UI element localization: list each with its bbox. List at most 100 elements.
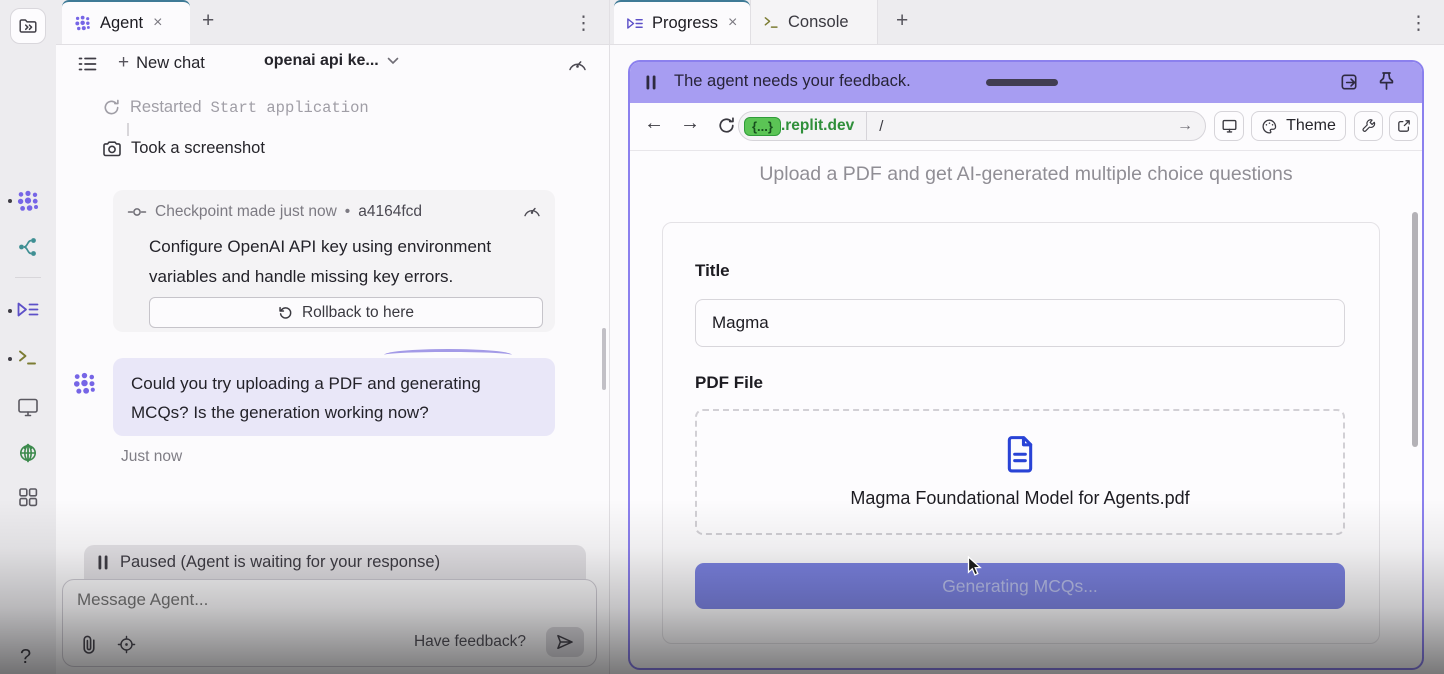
tab-agent[interactable]: Agent ×	[62, 0, 190, 44]
progress-icon	[16, 300, 40, 319]
sidebar-item-all-tools[interactable]	[17, 486, 39, 508]
restarted-label: Restarted	[130, 98, 202, 117]
branch-dots-icon	[17, 236, 40, 258]
folder-chevrons-icon	[17, 15, 39, 37]
active-dot-console	[8, 357, 12, 361]
composer: Have feedback?	[62, 579, 597, 667]
sidebar-item-agent[interactable]	[16, 190, 41, 213]
checkpoint-hash: a4164fcd	[358, 203, 422, 221]
tab-progress[interactable]: Progress ×	[614, 0, 750, 44]
wrench-icon	[1361, 118, 1377, 134]
console-icon	[17, 348, 39, 367]
user-message-bubble: Could you try uploading a PDF and genera…	[113, 358, 555, 436]
feedback-banner: The agent needs your feedback.	[630, 62, 1422, 103]
pause-icon	[98, 555, 108, 570]
rollback-label: Rollback to here	[302, 304, 414, 322]
sidebar-item-output[interactable]	[16, 396, 40, 418]
popout-icon[interactable]	[1339, 72, 1360, 93]
progress-tab-icon	[626, 16, 644, 31]
title-label: Title	[695, 261, 730, 281]
grid-icon	[17, 486, 39, 508]
message-timestamp: Just now	[121, 448, 182, 466]
url-badge: {...}	[744, 117, 781, 136]
sidebar-item-progress[interactable]	[16, 300, 40, 319]
attach-icon[interactable]	[81, 635, 97, 654]
pdf-dropzone[interactable]: Magma Foundational Model for Agents.pdf	[695, 409, 1345, 535]
chevron-down-icon	[387, 57, 399, 65]
sidebar-item-publish[interactable]	[16, 440, 40, 464]
plus-icon: +	[118, 52, 129, 74]
new-tab-button[interactable]: +	[896, 9, 908, 33]
help-icon[interactable]: ?	[20, 646, 31, 669]
checkpoint-description: Configure OpenAI API key using environme…	[149, 232, 549, 292]
pin-icon[interactable]	[1377, 71, 1396, 93]
camera-icon	[102, 140, 122, 158]
monitor-icon	[16, 396, 40, 418]
file-tree-toggle-button[interactable]	[10, 8, 46, 44]
session-label: openai api ke...	[264, 52, 379, 70]
url-host: .replit.dev	[781, 117, 854, 135]
reload-icon[interactable]	[717, 116, 736, 135]
user-avatar	[72, 372, 98, 396]
rollback-icon	[278, 305, 293, 320]
timeline-restarted-row: Restarted Start application	[102, 98, 369, 117]
agent-tab-label: Agent	[100, 14, 143, 33]
paused-banner: Paused (Agent is waiting for your respon…	[84, 545, 586, 579]
checkpoint-card: Checkpoint made just now • a4164fcd Conf…	[113, 190, 555, 332]
forward-icon[interactable]: →	[680, 112, 700, 135]
generate-mcqs-button[interactable]: Generating MCQs...	[695, 563, 1345, 609]
sidebar-item-workflows[interactable]	[17, 236, 40, 258]
active-dot-agent	[8, 199, 12, 203]
restarted-command: Start application	[211, 99, 369, 117]
url-bar[interactable]: {...} .replit.dev / →	[738, 111, 1206, 141]
wrench-button[interactable]	[1354, 111, 1383, 141]
chat-history-icon[interactable]	[78, 56, 97, 72]
agent-panel-menu-icon[interactable]: ⋮	[574, 12, 593, 35]
send-button[interactable]	[546, 627, 584, 657]
target-icon[interactable]	[117, 635, 136, 654]
theme-label: Theme	[1286, 117, 1336, 135]
timeline-screenshot-row: Took a screenshot	[102, 139, 265, 158]
agent-icon	[16, 190, 41, 213]
tab-console[interactable]: Console	[750, 0, 878, 44]
agent-panel: Agent × + ⋮ + New chat openai api ke...	[56, 0, 610, 674]
new-chat-label: New chat	[136, 54, 205, 73]
checkpoint-gauge-icon[interactable]	[523, 203, 541, 217]
preview-panel-menu-icon[interactable]: ⋮	[1409, 12, 1428, 35]
new-chat-button[interactable]: + New chat	[118, 52, 205, 74]
timeline-connector	[127, 123, 129, 136]
form-card: Title PDF File Magma Foundational Model …	[662, 222, 1380, 644]
checkpoint-header: Checkpoint made just now • a4164fcd	[127, 203, 422, 221]
session-dropdown[interactable]: openai api ke...	[264, 52, 399, 70]
close-icon[interactable]: ×	[153, 14, 162, 32]
pause-icon	[646, 75, 656, 90]
preview-panel: Progress × Console + ⋮ The agent needs y…	[610, 0, 1444, 674]
devtools-button[interactable]	[1214, 111, 1244, 141]
browser-toolbar: ← → {...} .replit.dev / →	[630, 103, 1422, 151]
banner-text: The agent needs your feedback.	[674, 72, 911, 91]
feedback-link[interactable]: Have feedback?	[414, 633, 526, 651]
screenshot-label: Took a screenshot	[131, 139, 265, 158]
user-message-text: Could you try uploading a PDF and genera…	[113, 358, 531, 438]
pdf-file-label: PDF File	[695, 373, 763, 393]
preview-tabbar: Progress × Console + ⋮	[610, 0, 1444, 45]
usage-gauge-icon[interactable]	[568, 56, 587, 71]
new-tab-button[interactable]: +	[202, 9, 214, 33]
agent-scrollbar[interactable]	[602, 328, 606, 390]
checkpoint-title: Checkpoint made just now	[155, 203, 337, 221]
agent-tabbar: Agent × + ⋮	[56, 0, 609, 45]
theme-button[interactable]: Theme	[1251, 111, 1346, 141]
generate-mcqs-label: Generating MCQs...	[942, 576, 1098, 597]
globe-arrow-icon	[16, 440, 40, 464]
pdf-document-icon	[1004, 435, 1036, 473]
title-input[interactable]	[695, 299, 1345, 347]
back-icon[interactable]: ←	[644, 112, 664, 135]
webview-scrollbar[interactable]	[1412, 212, 1418, 447]
url-go-icon[interactable]: →	[1177, 117, 1193, 135]
sidebar-item-console[interactable]	[17, 348, 39, 367]
agent-tab-icon	[74, 15, 92, 32]
close-icon[interactable]: ×	[728, 14, 737, 32]
rollback-button[interactable]: Rollback to here	[149, 297, 543, 328]
open-in-new-tab-button[interactable]	[1389, 111, 1418, 141]
message-input[interactable]	[75, 588, 579, 628]
